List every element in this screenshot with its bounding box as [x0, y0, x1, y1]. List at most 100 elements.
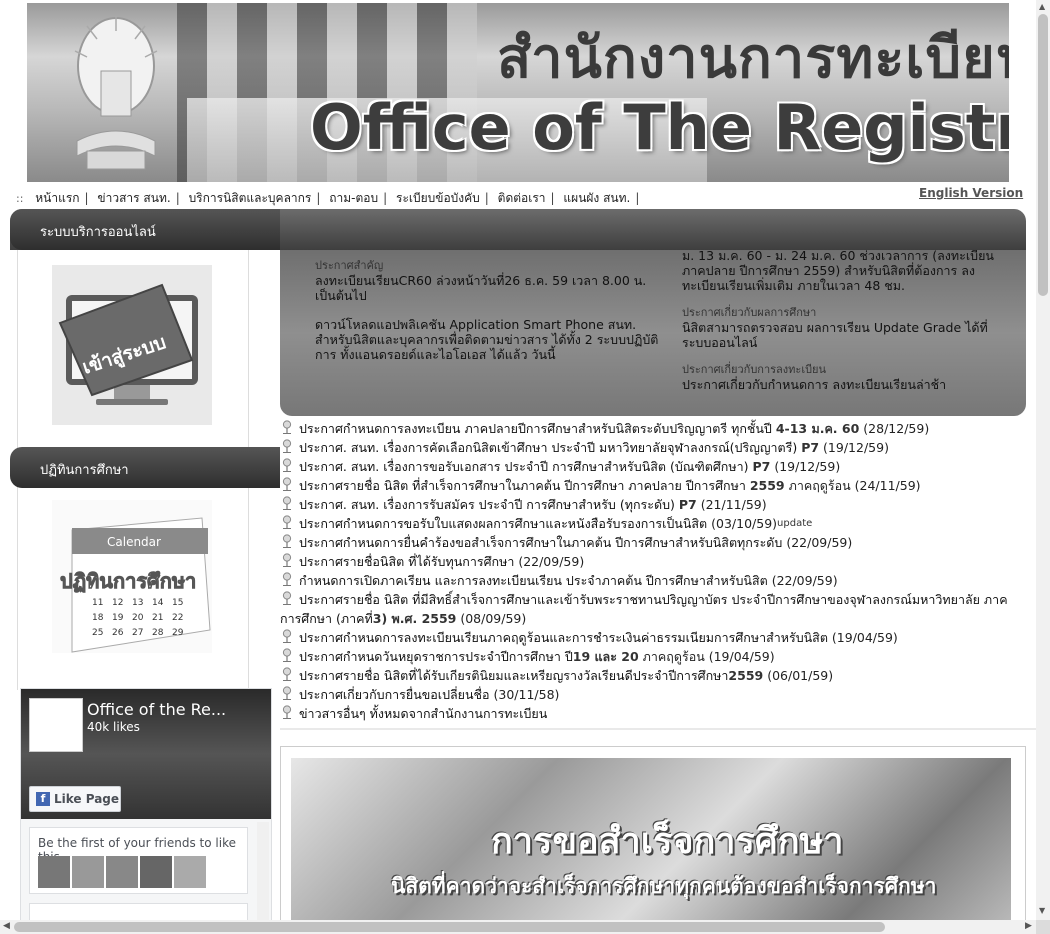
banner-thai-title: สำนักงานการทะเบียน	[497, 26, 1009, 91]
svg-text:27: 27	[132, 628, 143, 638]
graduation-banner[interactable]: การขอสำเร็จการศึกษา นิสิตที่คาดว่าจะสำเร…	[280, 746, 1026, 920]
graduation-title: การขอสำเร็จการศึกษา	[491, 821, 844, 862]
facebook-cover: Office of the Re... 40k likes f Like Page	[21, 689, 271, 819]
friend-avatar[interactable]	[72, 856, 104, 888]
news-date: (22/09/59)	[786, 535, 853, 550]
update-badge: update	[777, 518, 813, 529]
news-item[interactable]: ประกาศรายชื่อ นิสิต ที่มีสิทธิ์สำเร็จการ…	[280, 590, 1026, 628]
news-title[interactable]: ประกาศเกี่ยวกับการยื่นขอเปลี่ยนชื่อ	[299, 687, 494, 702]
nav-separator: |	[383, 191, 388, 205]
pin-icon	[282, 515, 292, 529]
graduation-image: การขอสำเร็จการศึกษา นิสิตที่คาดว่าจะสำเร…	[291, 758, 1011, 920]
sidebar-section-title: ระบบบริการออนไลน์	[40, 225, 156, 240]
svg-text:19: 19	[112, 613, 124, 623]
svg-text:12: 12	[112, 598, 123, 608]
news-item[interactable]: ประกาศรายชื่อนิสิต ที่ได้รับทุนการศึกษา …	[280, 552, 1026, 571]
scroll-down-arrow-icon[interactable]: ▼	[1039, 906, 1045, 915]
facebook-widget-scrollbar[interactable]	[257, 822, 269, 920]
news-title[interactable]: ประกาศกำหนดการขอรับใบแสดงผลการศึกษาและหน…	[299, 516, 711, 531]
news-date: (03/10/59)	[711, 516, 778, 531]
news-title[interactable]: ประกาศกำหนดการลงทะเบียนเรียนภาคฤดูร้อนแล…	[299, 630, 832, 645]
slider-text[interactable]: ประกาศเกี่ยวกับกำหนดการ ลงทะเบียนเรียนล่…	[682, 377, 1007, 392]
facebook-like-button[interactable]: f Like Page	[29, 786, 121, 812]
news-item[interactable]: ประกาศรายชื่อ นิสิตที่ได้รับเกียรตินิยมแ…	[280, 666, 1026, 685]
news-item[interactable]: ประกาศเกี่ยวกับการยื่นขอเปลี่ยนชื่อ (30/…	[280, 685, 1026, 704]
news-title[interactable]: ประกาศ. สนท. เรื่องการคัดเลือกนิสิตเข้าศ…	[299, 440, 801, 455]
news-title[interactable]: ประกาศกำหนดการลงทะเบียน ภาคปลายปีการศึกษ…	[299, 421, 776, 436]
svg-text:15: 15	[172, 598, 183, 608]
nav-lead: ::	[16, 192, 24, 205]
news-item[interactable]: ประกาศกำหนดการลงทะเบียนเรียนภาคฤดูร้อนแล…	[280, 628, 1026, 647]
news-item[interactable]: ข่าวสารอื่นๆ ทั้งหมดจากสำนักงานการทะเบีย…	[280, 704, 1026, 723]
calendar-caption: ปฏิทินการศึกษา	[60, 569, 196, 593]
nav-home[interactable]: หน้าแรก	[35, 191, 79, 205]
news-title[interactable]: ประกาศกำหนดวันหยุดราชการประจำปีการศึกษา …	[299, 649, 573, 664]
news-date: (19/12/59)	[823, 440, 889, 455]
horizontal-scroll-thumb[interactable]	[14, 922, 885, 932]
page: สำนักงานการทะเบียน Office of The Registr…	[0, 0, 1036, 920]
news-item[interactable]: ประกาศ. สนท. เรื่องการขอรับเอกสาร ประจำป…	[280, 457, 1026, 476]
news-highlight: P7	[801, 440, 820, 455]
slider-text[interactable]: ลงทะเบียนเรียนCR60 ล่วงหน้าวันที่26 ธ.ค.…	[315, 273, 660, 303]
news-date: (28/12/59)	[863, 421, 930, 436]
news-title[interactable]: ประกาศกำหนดการยื่นคำร้องขอสำเร็จการศึกษา…	[299, 535, 786, 550]
nav-services[interactable]: บริการนิสิตและบุคลากร	[189, 191, 312, 205]
sidebar-section-online-services: ระบบบริการออนไลน์	[10, 209, 280, 250]
pin-icon	[282, 591, 292, 605]
nav-faq[interactable]: ถาม-ตอบ	[329, 191, 378, 205]
news-item[interactable]: ประกาศ. สนท. เรื่องการรับสมัคร ประจำปี ก…	[280, 495, 1026, 514]
news-title[interactable]: ประกาศ. สนท. เรื่องการรับสมัคร ประจำปี ก…	[299, 497, 679, 512]
news-title[interactable]: ประกาศ. สนท. เรื่องการขอรับเอกสาร ประจำป…	[299, 459, 752, 474]
sidebar-section-title: ปฏิทินการศึกษา	[40, 463, 129, 478]
news-item[interactable]: ประกาศกำหนดการลงทะเบียน ภาคปลายปีการศึกษ…	[280, 419, 1026, 438]
news-date: ภาคฤดูร้อน (24/11/59)	[788, 478, 921, 493]
horizontal-scrollbar[interactable]: ◀ ▶	[0, 920, 1036, 934]
svg-text:22: 22	[172, 613, 183, 623]
facebook-friends-box: Be the first of your friends to like thi…	[29, 827, 248, 894]
vertical-scroll-thumb[interactable]	[1038, 14, 1048, 296]
news-title[interactable]: ประกาศรายชื่อ นิสิต ที่สำเร็จการศึกษาในภ…	[299, 478, 750, 493]
news-title[interactable]: ข่าวสารอื่นๆ ทั้งหมดจากสำนักงานการทะเบีย…	[299, 706, 547, 721]
slider-left-column: ประกาศสำคัญ ลงทะเบียนเรียนCR60 ล่วงหน้าว…	[315, 258, 660, 362]
news-date: (22/09/59)	[518, 554, 585, 569]
news-date: (08/09/59)	[460, 611, 527, 626]
news-item[interactable]: ประกาศรายชื่อ นิสิต ที่สำเร็จการศึกษาในภ…	[280, 476, 1026, 495]
friend-avatar[interactable]	[38, 856, 70, 888]
pin-icon	[282, 629, 292, 643]
news-date: (22/09/59)	[771, 573, 838, 588]
scroll-left-arrow-icon[interactable]: ◀	[3, 921, 10, 931]
news-date: ภาคฤดูร้อน (19/04/59)	[642, 649, 775, 664]
scroll-up-arrow-icon[interactable]: ▲	[1039, 2, 1045, 11]
news-highlight: P7	[752, 459, 771, 474]
english-version-link[interactable]: English Version	[919, 186, 1023, 200]
nav-sitemap[interactable]: แผนผัง สนท.	[563, 191, 630, 205]
vertical-scrollbar[interactable]: ▲ ▼	[1036, 0, 1050, 920]
nav-regulations[interactable]: ระเบียบข้อบังคับ	[396, 191, 480, 205]
facebook-page-logo[interactable]	[29, 698, 83, 752]
nav-contact[interactable]: ติดต่อเรา	[498, 191, 546, 205]
friend-avatar[interactable]	[140, 856, 172, 888]
news-item[interactable]: ประกาศกำหนดวันหยุดราชการประจำปีการศึกษา …	[280, 647, 1026, 666]
news-date: (30/11/58)	[493, 687, 560, 702]
friend-avatar[interactable]	[106, 856, 138, 888]
academic-calendar-icon[interactable]: Calendar 11 12 13 14 15 18 19 20 21 22 25 26 27 28 2…	[52, 500, 212, 653]
nav-news[interactable]: ข่าวสาร สนท.	[97, 191, 170, 205]
news-title[interactable]: ประกาศรายชื่อ นิสิตที่ได้รับเกียรตินิยมแ…	[299, 668, 728, 683]
login-monitor-icon[interactable]: เข้าสู่ระบบ	[52, 265, 212, 425]
news-title[interactable]: กำหนดการเปิดภาคเรียน และการลงทะเบียนเรีย…	[299, 573, 772, 588]
friend-avatar[interactable]	[174, 856, 206, 888]
graduation-subtitle: นิสิตที่คาดว่าจะสำเร็จการศึกษาทุกคนต้องข…	[391, 874, 937, 898]
scroll-right-arrow-icon[interactable]: ▶	[1025, 921, 1032, 931]
slider-text[interactable]: นิสิตสามารถตรวจสอบ ผลการเรียน Update Gra…	[682, 320, 1007, 350]
news-item[interactable]: ประกาศกำหนดการขอรับใบแสดงผลการศึกษาและหน…	[280, 514, 1026, 533]
news-item[interactable]: ประกาศ. สนท. เรื่องการคัดเลือกนิสิตเข้าศ…	[280, 438, 1026, 457]
slider-text[interactable]: ม. 13 ม.ค. 60 - ม. 24 ม.ค. 60 ช่วงเวลากา…	[682, 250, 1007, 293]
pin-icon	[282, 496, 292, 510]
news-item[interactable]: ประกาศกำหนดการยื่นคำร้องขอสำเร็จการศึกษา…	[280, 533, 1026, 552]
pin-icon	[282, 553, 292, 567]
news-item[interactable]: กำหนดการเปิดภาคเรียน และการลงทะเบียนเรีย…	[280, 571, 1026, 590]
nav-separator: |	[550, 191, 555, 205]
slider-text[interactable]: ดาวน์โหลดแอปพลิเคชัน Application Smart P…	[315, 317, 660, 362]
news-title[interactable]: ประกาศรายชื่อนิสิต ที่ได้รับทุนการศึกษา	[299, 554, 518, 569]
facebook-page-name[interactable]: Office of the Re...	[87, 700, 226, 719]
